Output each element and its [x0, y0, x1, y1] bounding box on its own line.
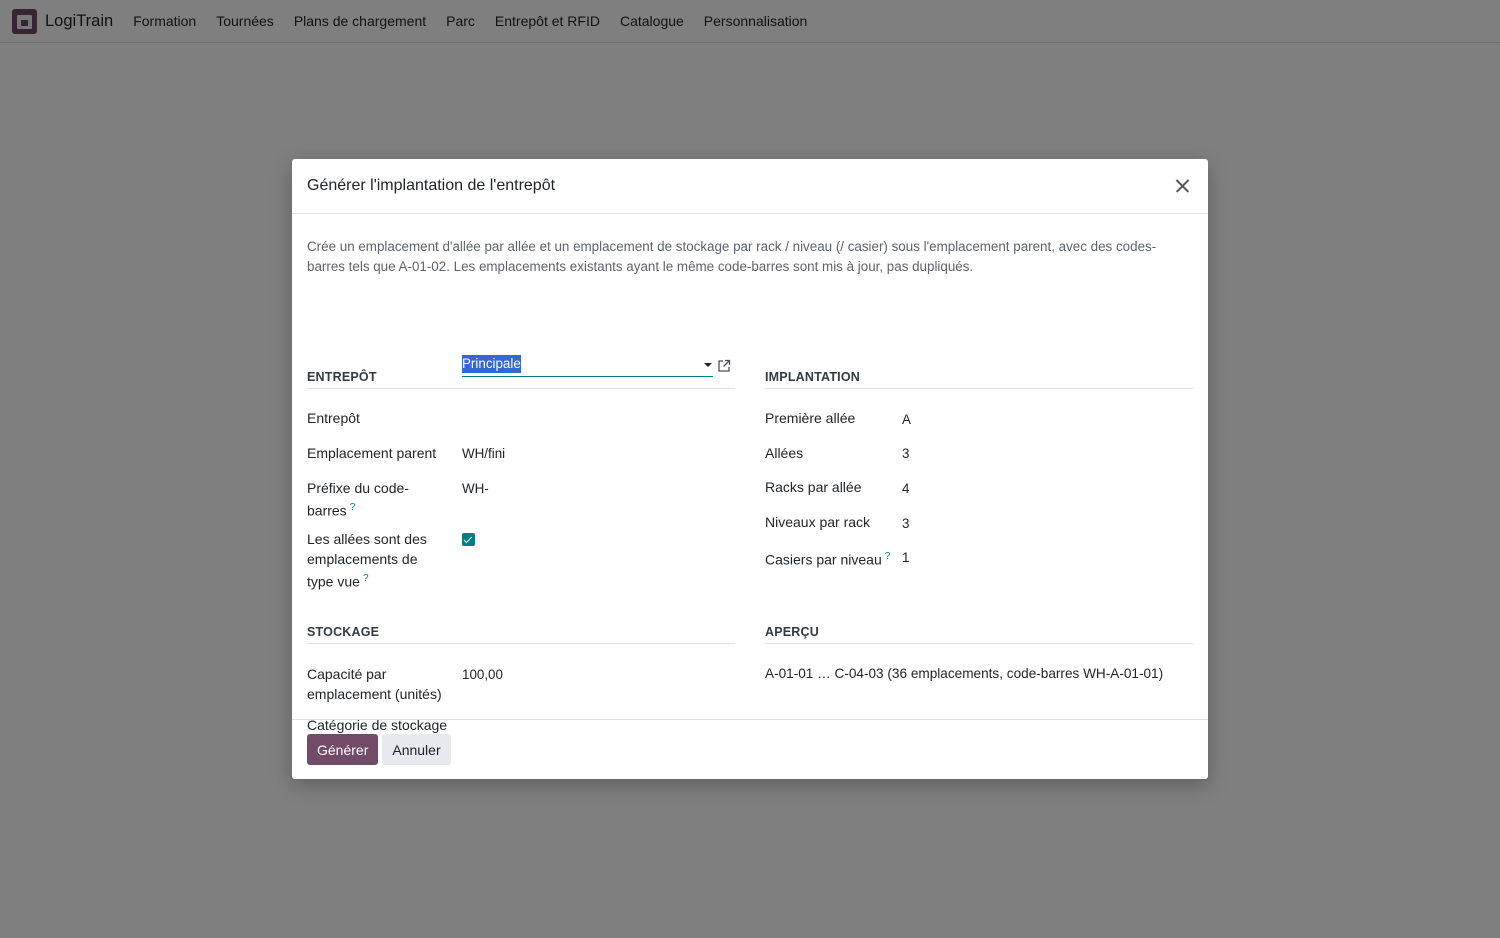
- warehouse-label: Entrepôt: [307, 410, 360, 426]
- warehouse-select[interactable]: Principale: [462, 355, 713, 377]
- help-icon[interactable]: ?: [350, 502, 356, 513]
- generate-layout-dialog: Générer l'implantation de l'entrepôt Cré…: [292, 159, 1208, 779]
- racks-per-aisle-label: Racks par allée: [765, 479, 862, 495]
- external-link-icon[interactable]: [717, 359, 731, 373]
- layout-preview-text: A-01-01 … C-04-03 (36 emplacements, code…: [765, 666, 1164, 681]
- bins-per-level-value[interactable]: 1: [902, 548, 909, 568]
- dialog-title: Générer l'implantation de l'entrepôt: [307, 177, 556, 194]
- section-apercu-title: APERÇU: [765, 625, 1193, 644]
- dialog-description: Crée un emplacement d'allée par allée et…: [307, 239, 1157, 274]
- dialog-header: Générer l'implantation de l'entrepôt: [292, 159, 1208, 214]
- generate-button[interactable]: Générer: [307, 734, 379, 765]
- dialog-footer: Générer Annuler: [292, 719, 1208, 779]
- parent-location-label: Emplacement parent: [307, 445, 437, 461]
- close-icon[interactable]: [1170, 174, 1194, 198]
- barcode-prefix-value[interactable]: WH-: [462, 479, 489, 499]
- capacity-value[interactable]: 100,00: [462, 665, 503, 685]
- racks-per-aisle-value[interactable]: 4: [902, 479, 909, 499]
- parent-location-value[interactable]: WH/fini: [462, 444, 505, 464]
- section-stockage-title: STOCKAGE: [307, 625, 735, 644]
- warehouse-value[interactable]: Principale: [462, 355, 521, 373]
- levels-per-rack-label: Niveaux par rack: [765, 514, 871, 530]
- first-aisle-value[interactable]: A: [902, 410, 911, 430]
- dialog-body: Crée un emplacement d'allée par allée et…: [292, 214, 1208, 733]
- aisles-label: Allées: [765, 445, 804, 461]
- first-aisle-label: Première allée: [765, 410, 856, 426]
- aisles-view-label: Les allées sont des emplacements de type…: [307, 529, 447, 592]
- aisles-value[interactable]: 3: [902, 444, 909, 464]
- barcode-prefix-label: Préfixe du code-barres?: [307, 478, 437, 521]
- help-icon[interactable]: ?: [363, 573, 369, 584]
- bins-per-level-label: Casiers par niveau?: [765, 547, 890, 570]
- chevron-down-icon[interactable]: [704, 363, 712, 367]
- barcode-prefix-label-text: Préfixe du code-barres: [307, 480, 409, 519]
- help-icon[interactable]: ?: [885, 551, 891, 562]
- bins-per-level-label-text: Casiers par niveau: [765, 551, 882, 568]
- levels-per-rack-value[interactable]: 3: [902, 514, 909, 534]
- cancel-button[interactable]: Annuler: [382, 734, 451, 765]
- section-implantation-title: IMPLANTATION: [765, 370, 1193, 389]
- capacity-label: Capacité par emplacement (unités): [307, 666, 442, 702]
- aisles-view-checkbox[interactable]: [462, 533, 475, 546]
